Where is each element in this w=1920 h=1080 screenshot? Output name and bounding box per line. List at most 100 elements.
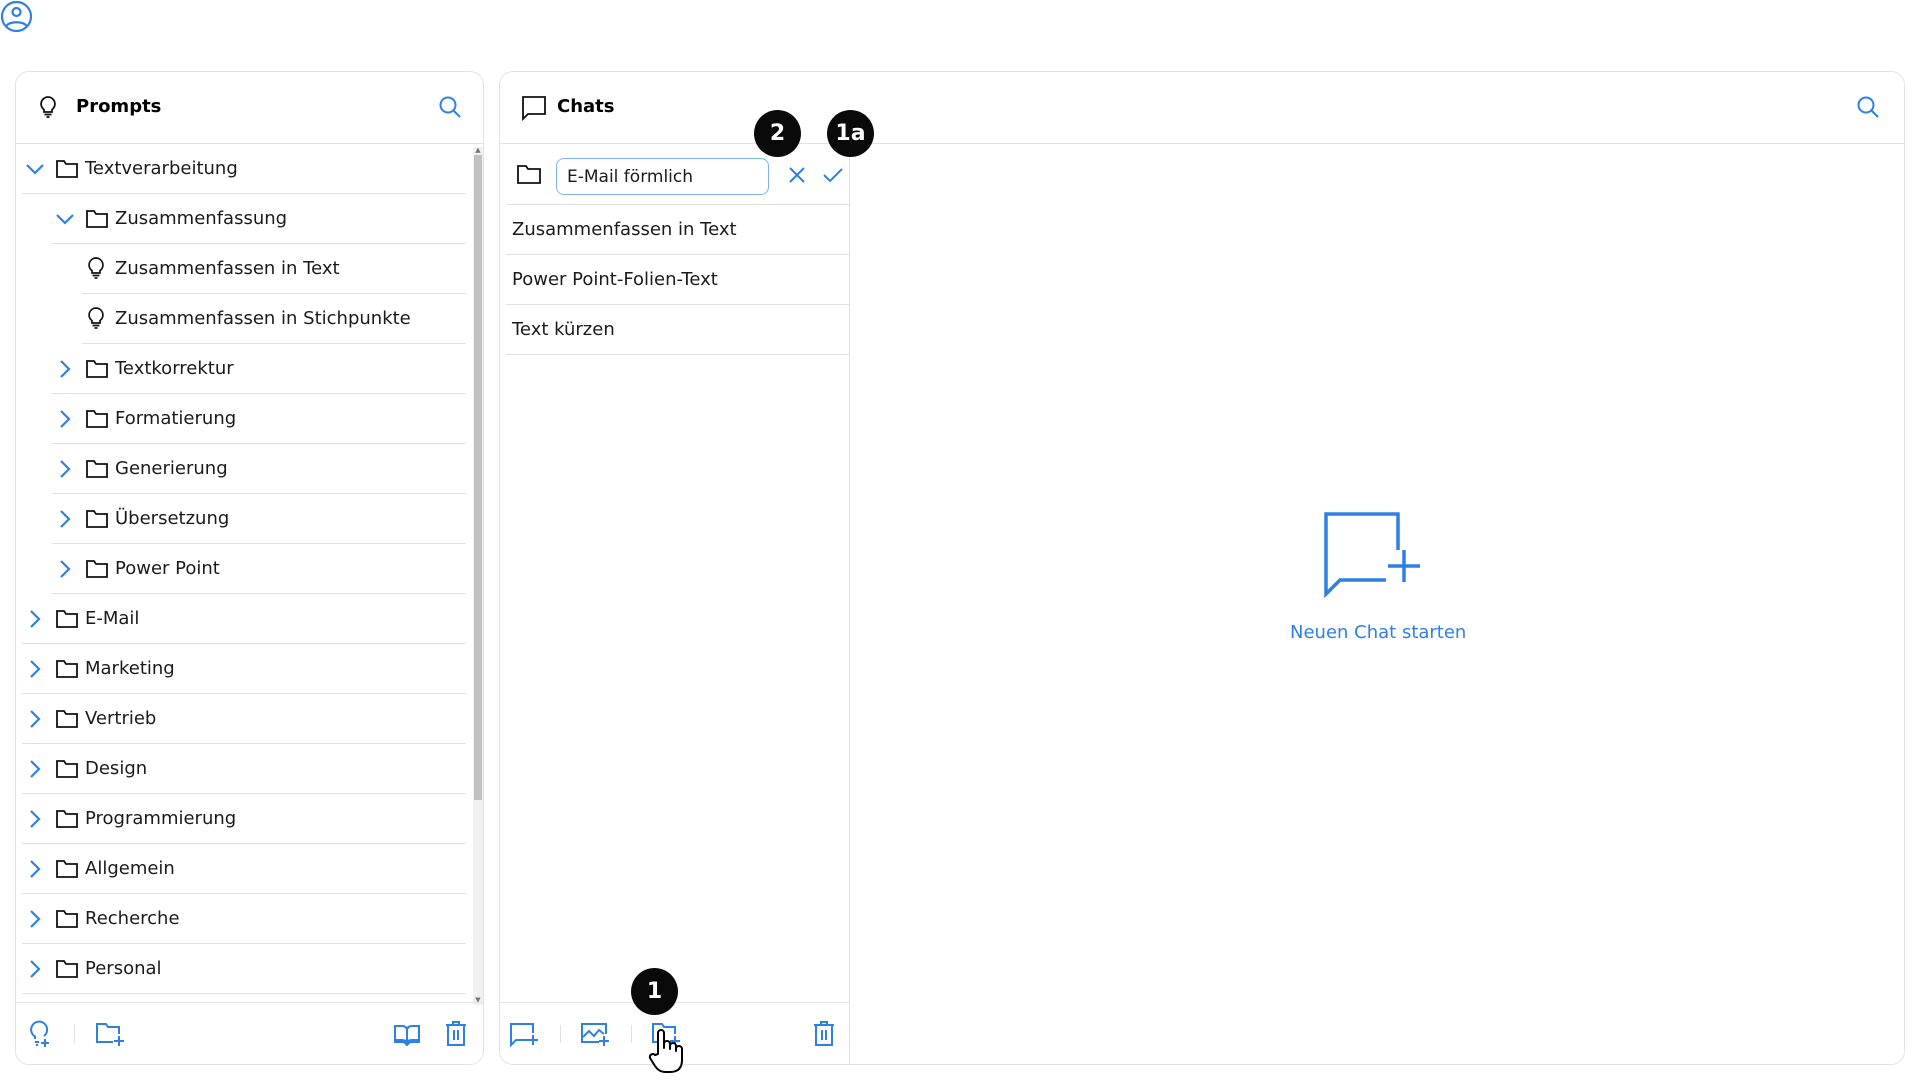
chevron-right-icon[interactable] bbox=[25, 959, 45, 979]
tree-folder-row[interactable]: Personal bbox=[22, 944, 466, 994]
user-circle-icon bbox=[0, 0, 33, 33]
folder-icon bbox=[85, 508, 109, 530]
tree-item-label: Allgemein bbox=[85, 858, 175, 879]
chat-item-label: Zusammenfassen in Text bbox=[512, 219, 737, 240]
tree-folder-row[interactable]: Allgemein bbox=[22, 844, 466, 894]
chevron-right-icon[interactable] bbox=[25, 609, 45, 629]
new-prompt-button[interactable] bbox=[26, 1019, 56, 1049]
chat-list-item[interactable]: Zusammenfassen in Text bbox=[506, 205, 849, 255]
chat-list-item[interactable]: Text kürzen bbox=[506, 305, 849, 355]
chevron-down-icon[interactable] bbox=[55, 209, 75, 229]
cancel-folder-button[interactable] bbox=[787, 165, 807, 185]
hand-cursor-icon bbox=[648, 1028, 684, 1074]
folder-icon bbox=[85, 208, 109, 230]
chevron-right-icon[interactable] bbox=[55, 359, 75, 379]
chevron-right-icon[interactable] bbox=[55, 509, 75, 529]
folder-icon bbox=[55, 708, 79, 730]
tree-folder-row[interactable]: Zusammenfassung bbox=[52, 194, 466, 244]
new-prompt-folder-button[interactable] bbox=[94, 1019, 124, 1049]
folder-icon bbox=[55, 808, 79, 830]
delete-chat-button[interactable] bbox=[811, 1019, 841, 1049]
new-image-chat-button[interactable] bbox=[579, 1019, 609, 1049]
tree-folder-row[interactable]: Recherche bbox=[22, 894, 466, 944]
chat-plus-icon bbox=[510, 1023, 538, 1048]
check-icon bbox=[823, 168, 843, 183]
tree-item-label: Formatierung bbox=[115, 408, 237, 429]
chevron-down-icon[interactable] bbox=[25, 159, 45, 179]
chats-title: Chats bbox=[557, 96, 615, 117]
user-avatar-button[interactable] bbox=[0, 0, 33, 33]
chevron-right-icon[interactable] bbox=[25, 909, 45, 929]
chevron-right-icon[interactable] bbox=[25, 659, 45, 679]
prompts-search-button[interactable] bbox=[437, 94, 463, 120]
new-chat-button[interactable] bbox=[508, 1019, 538, 1049]
lightbulb-plus-icon bbox=[30, 1020, 49, 1047]
folder-plus-icon bbox=[96, 1023, 124, 1046]
footer-separator bbox=[560, 1025, 561, 1043]
chevron-right-icon[interactable] bbox=[25, 859, 45, 879]
tree-folder-row[interactable]: Übersetzung bbox=[52, 494, 466, 544]
chevron-right-icon[interactable] bbox=[55, 459, 75, 479]
tree-folder-row[interactable]: Programmierung bbox=[22, 794, 466, 844]
tree-item-label: Vertrieb bbox=[85, 708, 157, 729]
folder-icon bbox=[55, 758, 79, 780]
chat-bubble-icon bbox=[520, 94, 546, 122]
folder-name-input[interactable] bbox=[556, 158, 769, 195]
folder-icon bbox=[55, 958, 79, 980]
chats-search-button[interactable] bbox=[1855, 94, 1881, 120]
chats-header: Chats bbox=[500, 72, 1904, 144]
chevron-right-icon[interactable] bbox=[55, 409, 75, 429]
footer-separator bbox=[631, 1025, 632, 1043]
tree-item-label: Zusammenfassung bbox=[115, 208, 288, 229]
annotation-badge: 2 bbox=[754, 110, 801, 157]
prompts-title: Prompts bbox=[76, 96, 162, 117]
folder-icon bbox=[55, 608, 79, 630]
folder-icon bbox=[85, 358, 109, 380]
new-chat-empty-state[interactable]: Neuen Chat starten bbox=[1290, 510, 1467, 643]
tree-folder-row[interactable]: Vertrieb bbox=[22, 694, 466, 744]
prompt-tree: Textverarbeitung Zusammenfassung Zusammenf… bbox=[16, 144, 472, 1004]
tree-prompt-row[interactable]: Zusammenfassen in Text bbox=[82, 244, 466, 294]
scroll-up-arrow[interactable]: ▲ bbox=[473, 146, 483, 154]
tree-folder-row[interactable]: Textkorrektur bbox=[52, 344, 466, 394]
folder-icon bbox=[55, 858, 79, 880]
book-open-icon bbox=[394, 1025, 420, 1047]
tree-folder-row[interactable]: Generierung bbox=[52, 444, 466, 494]
prompts-footer bbox=[16, 1002, 483, 1064]
folder-icon bbox=[55, 658, 79, 680]
delete-prompt-button[interactable] bbox=[443, 1019, 473, 1049]
tree-folder-row[interactable]: Power Point bbox=[52, 544, 466, 594]
chevron-right-icon[interactable] bbox=[25, 709, 45, 729]
chat-item-label: Text kürzen bbox=[512, 319, 615, 340]
tree-item-label: Textverarbeitung bbox=[85, 158, 238, 179]
search-icon bbox=[1857, 96, 1879, 118]
tree-folder-row[interactable]: E-Mail bbox=[22, 594, 466, 644]
tree-item-label: Power Point bbox=[115, 558, 220, 579]
prompts-header: Prompts bbox=[16, 72, 483, 144]
scrollbar-thumb[interactable] bbox=[474, 155, 482, 800]
chevron-right-icon[interactable] bbox=[25, 809, 45, 829]
tree-item-label: Programmierung bbox=[85, 808, 237, 829]
new-chat-label: Neuen Chat starten bbox=[1290, 622, 1467, 643]
chat-list: Zusammenfassen in Text Power Point-Folien… bbox=[500, 144, 850, 1064]
tree-folder-row[interactable]: Marketing bbox=[22, 644, 466, 694]
tree-item-label: Übersetzung bbox=[115, 508, 230, 529]
trash-icon bbox=[814, 1021, 834, 1046]
tree-item-label: Recherche bbox=[85, 908, 180, 929]
lightbulb-icon bbox=[35, 94, 61, 120]
tree-item-label: Personal bbox=[85, 958, 162, 979]
tree-item-label: E-Mail bbox=[85, 608, 140, 629]
prompts-panel: Prompts Textverarbeitung Zusammenfassung Z… bbox=[15, 71, 484, 1065]
confirm-folder-button[interactable] bbox=[822, 165, 844, 185]
tree-folder-row[interactable]: Textverarbeitung bbox=[22, 144, 466, 194]
tree-folder-row[interactable]: Formatierung bbox=[52, 394, 466, 444]
prompt-library-button[interactable] bbox=[392, 1019, 422, 1049]
tree-item-label: Generierung bbox=[115, 458, 228, 479]
chevron-right-icon[interactable] bbox=[25, 759, 45, 779]
chat-list-item[interactable]: Power Point-Folien-Text bbox=[506, 255, 849, 305]
folder-icon bbox=[85, 408, 109, 430]
tree-prompt-row[interactable]: Zusammenfassen in Stichpunkte bbox=[82, 294, 466, 344]
tree-folder-row[interactable]: Design bbox=[22, 744, 466, 794]
tree-item-label: Textkorrektur bbox=[115, 358, 234, 379]
chevron-right-icon[interactable] bbox=[55, 559, 75, 579]
